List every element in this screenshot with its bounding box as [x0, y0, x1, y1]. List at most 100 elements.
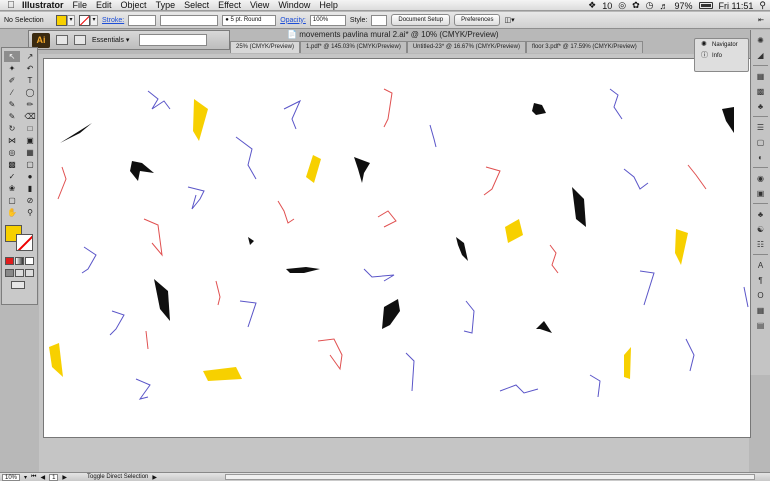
- draw-behind-button[interactable]: [15, 269, 24, 277]
- canvas-area[interactable]: [39, 54, 751, 472]
- blue-figure[interactable]: [589, 374, 601, 398]
- blue-figure[interactable]: [135, 378, 151, 400]
- blue-figure[interactable]: [187, 186, 205, 210]
- symbols-dock-icon[interactable]: ♣: [754, 209, 768, 219]
- apple-menu-icon[interactable]: : [0, 0, 22, 11]
- status-menu-icon[interactable]: ▶: [152, 474, 157, 481]
- blue-figure[interactable]: [429, 124, 437, 148]
- stroke-swatch[interactable]: [79, 14, 90, 26]
- horizontal-scrollbar[interactable]: [225, 474, 755, 480]
- menu-object[interactable]: Object: [121, 0, 147, 10]
- eyedropper-tool-icon[interactable]: ✓: [4, 171, 20, 182]
- tab-document-4[interactable]: floor 3.pdf* @ 17.59% (CMYK/Preview): [525, 41, 643, 53]
- brushes-dock-icon[interactable]: ♣: [754, 101, 768, 111]
- navigator-item[interactable]: ✺ Navigator: [695, 39, 748, 50]
- black-shape[interactable]: [154, 279, 170, 321]
- menu-select[interactable]: Select: [184, 0, 209, 10]
- free-transform-tool-icon[interactable]: ▣: [22, 135, 38, 146]
- red-figure[interactable]: [215, 280, 221, 306]
- layers-dock-icon[interactable]: ☯: [754, 224, 768, 234]
- yellow-shape[interactable]: [675, 229, 688, 265]
- width-tool-icon[interactable]: ⋈: [4, 135, 20, 146]
- style-swatch[interactable]: [371, 14, 388, 26]
- red-figure[interactable]: [377, 210, 397, 228]
- appearance-dock-icon[interactable]: ◉: [754, 173, 768, 183]
- menu-view[interactable]: View: [250, 0, 269, 10]
- gradient-mode-button[interactable]: [15, 257, 24, 265]
- align-dock-icon[interactable]: ▤: [754, 320, 768, 330]
- variable-width-field[interactable]: [160, 14, 219, 26]
- blue-figure[interactable]: [283, 99, 302, 130]
- yellow-shape[interactable]: [306, 155, 321, 183]
- black-shape[interactable]: [130, 161, 154, 181]
- black-shape[interactable]: [286, 267, 320, 273]
- black-shape[interactable]: [354, 157, 370, 183]
- info-item[interactable]: ⓘ Info: [695, 50, 748, 61]
- color-mode-button[interactable]: [5, 257, 14, 265]
- blue-figure[interactable]: [609, 88, 623, 120]
- yellow-shape[interactable]: [505, 219, 523, 243]
- arrange-documents-icon[interactable]: ◫▾: [504, 16, 514, 24]
- blue-figure[interactable]: [463, 300, 475, 334]
- bridge-icon[interactable]: [56, 35, 68, 45]
- black-shape[interactable]: [722, 107, 734, 133]
- blue-figure[interactable]: [685, 338, 695, 372]
- stroke-dropdown[interactable]: ▾: [90, 14, 98, 26]
- swatches-dock-icon[interactable]: ▩: [754, 86, 768, 96]
- color-guide-dock-icon[interactable]: ▦: [754, 71, 768, 81]
- gradient-tool-icon[interactable]: ▢: [22, 159, 38, 170]
- blue-figure[interactable]: [623, 168, 649, 190]
- red-figure[interactable]: [383, 88, 393, 128]
- fill-dropdown[interactable]: ▾: [67, 14, 75, 26]
- none-mode-button[interactable]: [25, 257, 34, 265]
- symbol-sprayer-tool-icon[interactable]: ❀: [4, 183, 20, 194]
- battery-percent[interactable]: 97%: [675, 1, 693, 11]
- black-shape[interactable]: [532, 103, 546, 115]
- panel-menu-icon[interactable]: ⇤: [758, 16, 764, 24]
- line-tool-icon[interactable]: ∕: [4, 87, 20, 98]
- red-figure[interactable]: [143, 218, 163, 257]
- menu-type[interactable]: Type: [156, 0, 176, 10]
- tab-document-3[interactable]: Untitled-23* @ 16.67% (CMYK/Preview): [406, 41, 526, 53]
- blend-tool-icon[interactable]: ●: [22, 171, 38, 182]
- yellow-shape[interactable]: [624, 347, 631, 379]
- time-machine-icon[interactable]: ◷: [646, 0, 654, 11]
- red-figure[interactable]: [549, 244, 559, 274]
- artboards-dock-icon[interactable]: ☷: [754, 239, 768, 249]
- blue-figure[interactable]: [147, 90, 171, 110]
- direct-selection-tool-icon[interactable]: ↗: [22, 51, 38, 62]
- fill-stroke-control[interactable]: [4, 225, 37, 253]
- lasso-tool-icon[interactable]: ↶: [22, 63, 38, 74]
- red-figure[interactable]: [687, 164, 707, 190]
- transform-dock-icon[interactable]: ▦: [754, 305, 768, 315]
- brush-field[interactable]: ● 5 pt. Round: [222, 14, 277, 26]
- paragraph-dock-icon[interactable]: ¶: [754, 275, 768, 285]
- blue-figure[interactable]: [639, 270, 655, 306]
- first-artboard-button[interactable]: ⏮: [31, 474, 36, 481]
- notification-badge[interactable]: 10: [602, 1, 612, 11]
- blue-figure[interactable]: [499, 384, 539, 394]
- zoom-dropdown-icon[interactable]: ▾: [24, 474, 27, 481]
- black-shape[interactable]: [536, 321, 552, 333]
- tab-document-2[interactable]: 1.pdf* @ 145.03% (CMYK/Preview): [300, 41, 407, 53]
- next-artboard-button[interactable]: ▶: [62, 474, 67, 481]
- eraser-tool-icon[interactable]: ⌫: [22, 111, 38, 122]
- menu-window[interactable]: Window: [278, 0, 310, 10]
- red-figure[interactable]: [145, 330, 149, 350]
- pen-tool-icon[interactable]: ✐: [4, 75, 20, 86]
- transparency-dock-icon[interactable]: ◐: [754, 152, 768, 162]
- black-shape[interactable]: [60, 123, 92, 143]
- mesh-tool-icon[interactable]: ▩: [4, 159, 20, 170]
- hand-tool-icon[interactable]: ✋: [4, 207, 20, 218]
- preferences-button[interactable]: Preferences: [454, 14, 501, 26]
- red-figure[interactable]: [57, 166, 67, 200]
- rotate-tool-icon[interactable]: ↻: [4, 123, 20, 134]
- perspective-grid-tool-icon[interactable]: ▦: [22, 147, 38, 158]
- type-tool-icon[interactable]: T: [22, 75, 38, 86]
- character-dock-icon[interactable]: A: [754, 260, 768, 270]
- zoom-tool-icon[interactable]: ⚲: [22, 207, 38, 218]
- app-menu[interactable]: Illustrator: [22, 0, 64, 10]
- blue-figure[interactable]: [235, 136, 257, 180]
- dropbox-icon[interactable]: ❖: [588, 0, 596, 11]
- draw-inside-button[interactable]: [25, 269, 34, 277]
